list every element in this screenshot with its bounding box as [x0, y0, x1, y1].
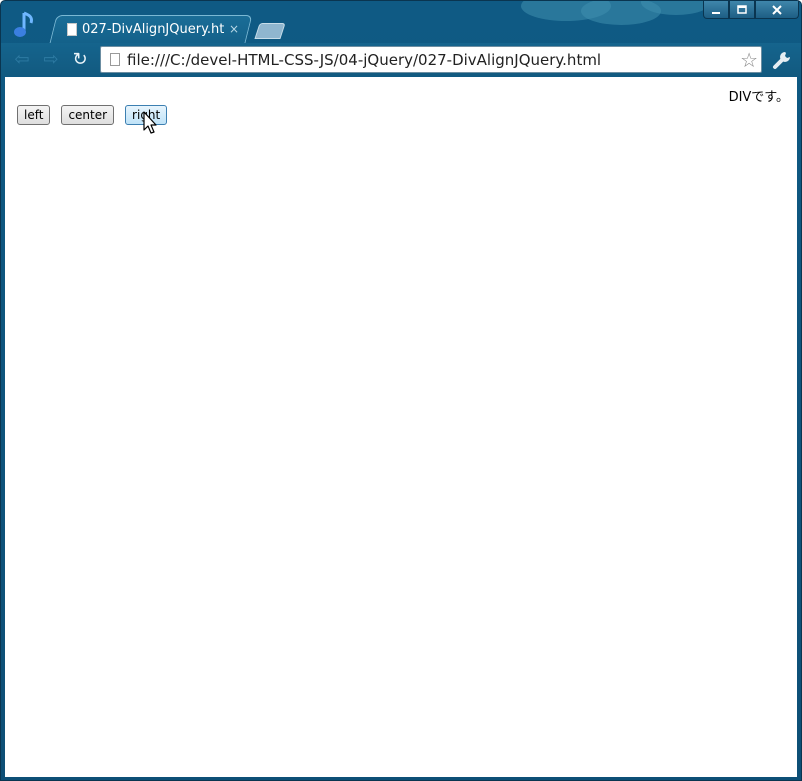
maximize-icon: [737, 4, 747, 14]
page-content: DIVです。 left center right: [5, 77, 797, 777]
active-tab-content[interactable]: 027-DivAlignJQuery.html ×: [67, 15, 245, 43]
new-tab-button[interactable]: [254, 23, 286, 39]
document-icon: [110, 53, 120, 66]
browser-toolbar: ⇦ ⇨ ↻ ☆: [1, 43, 801, 76]
tab-title: 027-DivAlignJQuery.html: [82, 21, 224, 37]
tab-close-button[interactable]: ×: [229, 22, 239, 36]
browser-window: 027-DivAlignJQuery.html × ⇦ ⇨ ↻ ☆ DIVです。: [0, 0, 802, 781]
close-window-button[interactable]: [755, 1, 799, 19]
maximize-button[interactable]: [729, 1, 755, 19]
minimize-icon: [712, 11, 720, 14]
address-bar[interactable]: ☆: [100, 46, 762, 73]
url-input[interactable]: [127, 50, 727, 69]
forward-button[interactable]: ⇨: [41, 50, 61, 70]
aligned-div: DIVです。: [728, 90, 789, 105]
star-icon[interactable]: ☆: [740, 49, 758, 71]
music-note-icon: [14, 11, 33, 37]
close-icon: [772, 4, 782, 15]
wrench-icon[interactable]: [771, 49, 793, 71]
button-group: left center right: [17, 105, 178, 125]
minimize-button[interactable]: [703, 1, 729, 19]
window-controls: [703, 1, 799, 20]
document-icon: [67, 22, 77, 36]
back-button[interactable]: ⇦: [12, 50, 32, 70]
right-button[interactable]: right: [125, 105, 168, 125]
center-button[interactable]: center: [61, 105, 115, 125]
left-button[interactable]: left: [17, 105, 51, 125]
reload-button[interactable]: ↻: [70, 50, 90, 70]
